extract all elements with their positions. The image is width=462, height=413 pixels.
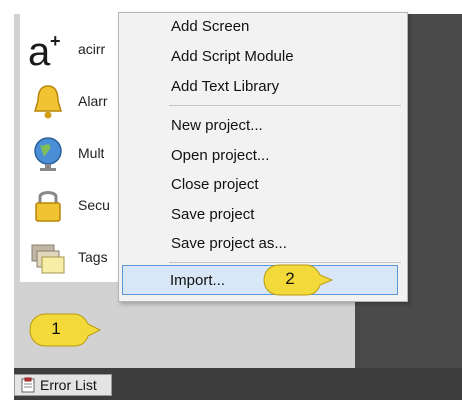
sidebar-item-security[interactable]: Secu	[20, 180, 124, 230]
sidebar-item-alarms[interactable]: Alarr	[20, 76, 124, 126]
menu-separator	[169, 105, 401, 106]
sidebar-item-label: Tags	[78, 249, 108, 265]
sidebar-item-multi[interactable]: Mult	[20, 128, 124, 178]
sidebar-item-acirr[interactable]: a + acirr	[20, 24, 124, 74]
menu-item-save-project[interactable]: Save project	[171, 206, 254, 223]
sidebar-item-tags[interactable]: Tags	[20, 232, 124, 282]
menu-item-import-label: Import...	[170, 272, 226, 289]
menu-item-add-text-library[interactable]: Add Text Library	[171, 78, 279, 95]
sidebar-item-label: Mult	[78, 145, 105, 161]
menu-item-add-screen[interactable]: Add Screen	[171, 18, 249, 35]
lock-icon	[26, 183, 70, 227]
menu-item-new-project[interactable]: New project...	[171, 117, 263, 134]
sidebar-item-label: Secu	[78, 197, 110, 213]
globe-icon	[26, 131, 70, 175]
sidebar-item-label: acirr	[78, 41, 106, 57]
project-sidebar: a + acirr Alarr Mult Secu Tags	[20, 14, 125, 282]
menu-item-import[interactable]	[122, 265, 398, 295]
menu-item-save-project-as[interactable]: Save project as...	[171, 235, 287, 252]
bell-icon	[26, 79, 70, 123]
context-menu: Add Screen Add Script Module Add Text Li…	[118, 12, 408, 302]
svg-text:a: a	[28, 30, 51, 71]
callout-number: 2	[285, 269, 295, 288]
clipboard-icon	[20, 377, 36, 393]
svg-text:+: +	[50, 31, 61, 51]
tab-error-list[interactable]: Error List	[14, 374, 112, 396]
menu-item-open-project[interactable]: Open project...	[171, 147, 269, 164]
folders-icon	[26, 235, 70, 279]
tab-label: Error List	[40, 377, 97, 393]
menu-item-close-project[interactable]: Close project	[171, 176, 259, 193]
a-plus-icon: a +	[26, 27, 70, 71]
sidebar-item-label: Alarr	[78, 93, 108, 109]
callout-number: 1	[51, 319, 61, 338]
menu-item-add-script-module[interactable]: Add Script Module	[171, 48, 294, 65]
